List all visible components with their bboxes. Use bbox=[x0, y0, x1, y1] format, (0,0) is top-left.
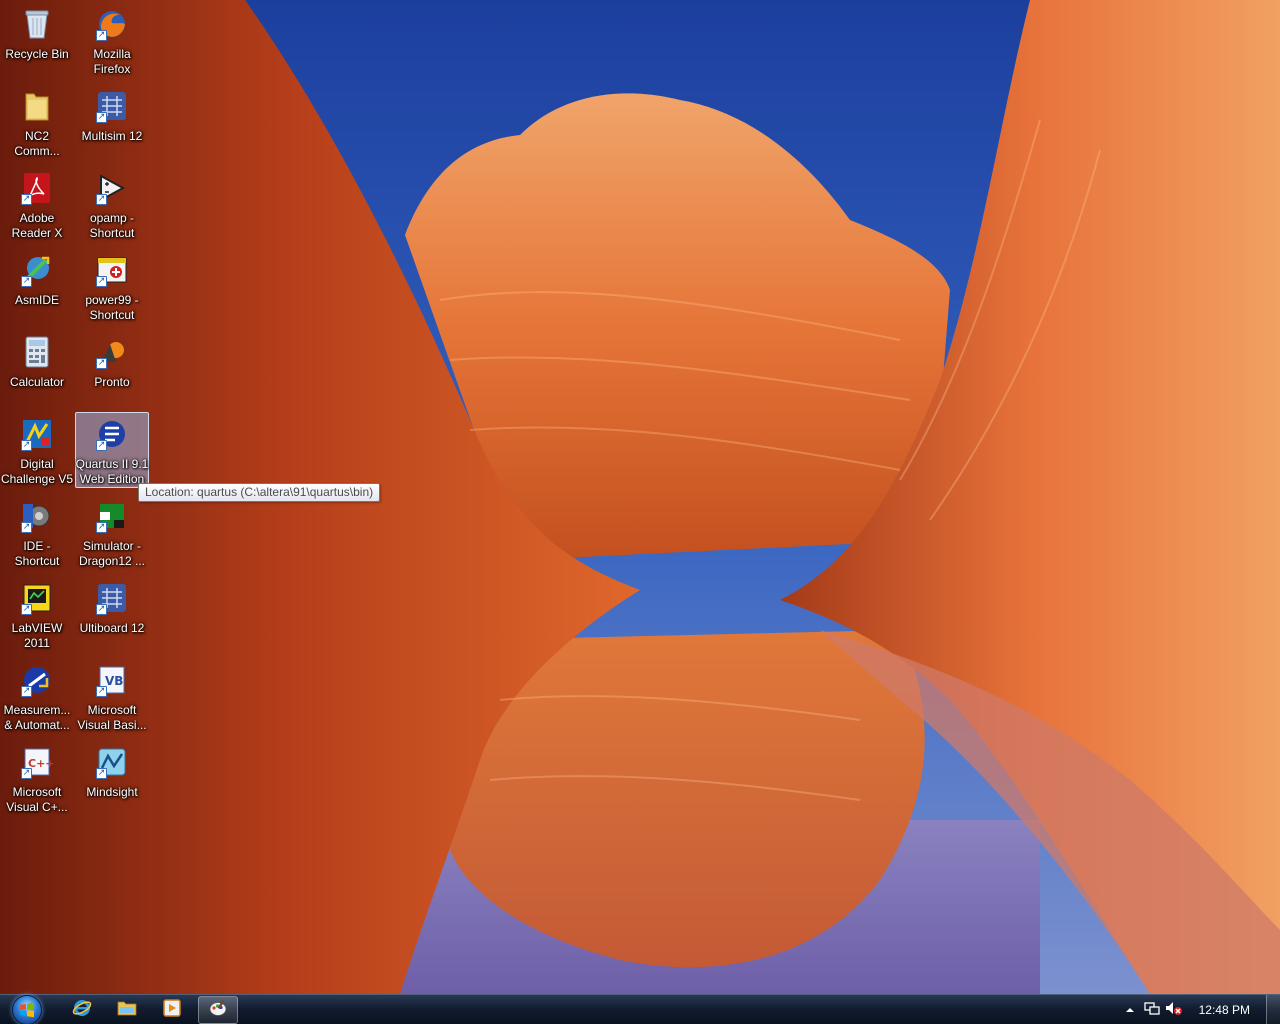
shortcut-arrow-icon: ↗ bbox=[21, 440, 32, 451]
desktop-icon-ide[interactable]: ↗ IDE - Shortcut bbox=[0, 494, 74, 570]
desktop-icon-visual-cpp[interactable]: C++ ↗ Microsoft Visual C+... bbox=[0, 740, 74, 816]
desktop-icon-label: Ultiboard 12 bbox=[79, 621, 145, 635]
desktop-icon-labview[interactable]: ↗ LabVIEW 2011 bbox=[0, 576, 74, 652]
network-icon bbox=[1143, 1000, 1160, 1021]
visual-basic-icon: VB ↗ bbox=[95, 663, 129, 697]
volume-muted-icon bbox=[1165, 1000, 1183, 1021]
desktop-icon-label: IDE - Shortcut bbox=[14, 539, 60, 568]
desktop-icon-visual-basic[interactable]: VB ↗ Microsoft Visual Basi... bbox=[75, 658, 149, 734]
shortcut-arrow-icon: ↗ bbox=[96, 276, 107, 287]
network-tray-button[interactable] bbox=[1141, 995, 1163, 1024]
desktop-icon-multisim[interactable]: ↗ Multisim 12 bbox=[75, 84, 149, 160]
desktop-icon-adobe-reader[interactable]: ↗ Adobe Reader X bbox=[0, 166, 74, 242]
desktop-icon-label: Pronto bbox=[94, 375, 130, 389]
windows-start-icon bbox=[12, 995, 42, 1024]
desktop-icon-label: Calculator bbox=[9, 375, 65, 389]
desktop-icon-digital-challenge[interactable]: ↗ Digital Challenge V5 bbox=[0, 412, 74, 488]
desktop-icon-label: Microsoft Visual C+... bbox=[6, 785, 68, 814]
desktop-icon-firefox[interactable]: ↗ Mozilla Firefox bbox=[75, 2, 149, 78]
desktop-icon-label: Microsoft Visual Basi... bbox=[77, 703, 147, 732]
desktop-icon-mindsight[interactable]: ↗ Mindsight bbox=[75, 740, 149, 816]
shortcut-arrow-icon: ↗ bbox=[21, 522, 32, 533]
desktop-icon-measurement-automation[interactable]: ↗ Measurem... & Automat... bbox=[0, 658, 74, 734]
mindsight-icon: ↗ bbox=[95, 745, 129, 779]
desktop-icon-label: Digital Challenge V5 bbox=[0, 457, 74, 486]
desktop-icon-label: Mozilla Firefox bbox=[93, 47, 131, 76]
shortcut-arrow-icon: ↗ bbox=[21, 686, 32, 697]
ide-icon: ↗ bbox=[20, 499, 54, 533]
desktop-icon-asmide[interactable]: ↗ AsmIDE bbox=[0, 248, 74, 324]
ultiboard-icon: ↗ bbox=[95, 581, 129, 615]
paint-icon bbox=[208, 998, 228, 1023]
labview-icon: ↗ bbox=[20, 581, 54, 615]
desktop-icon-label: AsmIDE bbox=[14, 293, 59, 307]
folder-icon bbox=[20, 89, 54, 123]
desktop-icon-label: Multisim 12 bbox=[81, 129, 143, 143]
shortcut-arrow-icon: ↗ bbox=[96, 686, 107, 697]
desktop-icon-label: opamp - Shortcut bbox=[89, 211, 135, 240]
taskbar-clock[interactable]: 12:48 PM bbox=[1185, 995, 1266, 1024]
desktop-icon-label: Measurem... & Automat... bbox=[3, 703, 71, 732]
desktop-icon-label: power99 - Shortcut bbox=[85, 293, 139, 322]
calculator-icon bbox=[20, 335, 54, 369]
media-player-icon bbox=[162, 998, 182, 1023]
start-button[interactable] bbox=[8, 995, 46, 1024]
firefox-icon: ↗ bbox=[95, 7, 129, 41]
desktop-icon-ultiboard[interactable]: ↗ Ultiboard 12 bbox=[75, 576, 149, 652]
quartus-icon: ↗ bbox=[95, 417, 129, 451]
shortcut-arrow-icon: ↗ bbox=[96, 440, 107, 451]
shortcut-arrow-icon: ↗ bbox=[21, 604, 32, 615]
measurement-automation-icon: ↗ bbox=[20, 663, 54, 697]
pronto-icon: ↗ bbox=[95, 335, 129, 369]
simulator-icon: ↗ bbox=[95, 499, 129, 533]
power99-icon: ↗ bbox=[95, 253, 129, 287]
desktop-icon-label: Adobe Reader X bbox=[11, 211, 63, 240]
shortcut-arrow-icon: ↗ bbox=[96, 112, 107, 123]
icon-location-tooltip: Location: quartus (C:\altera\91\quartus\… bbox=[138, 483, 381, 502]
shortcut-arrow-icon: ↗ bbox=[21, 768, 32, 779]
desktop-icon-label: Simulator - Dragon12 ... bbox=[78, 539, 146, 568]
show-hidden-icons-icon bbox=[1125, 1001, 1135, 1019]
adobe-reader-icon: ↗ bbox=[20, 171, 54, 205]
shortcut-arrow-icon: ↗ bbox=[96, 358, 107, 369]
desktop-icon-label: LabVIEW 2011 bbox=[11, 621, 63, 650]
opamp-icon: ↗ bbox=[95, 171, 129, 205]
windows-explorer-icon bbox=[117, 999, 137, 1022]
desktop-icon-folder[interactable]: NC2 Comm... bbox=[0, 84, 74, 160]
desktop-icon-power99[interactable]: ↗ power99 - Shortcut bbox=[75, 248, 149, 324]
asmide-icon: ↗ bbox=[20, 253, 54, 287]
taskbar: 12:48 PM bbox=[0, 994, 1280, 1024]
digital-challenge-icon: ↗ bbox=[20, 417, 54, 451]
shortcut-arrow-icon: ↗ bbox=[96, 522, 107, 533]
shortcut-arrow-icon: ↗ bbox=[21, 276, 32, 287]
shortcut-arrow-icon: ↗ bbox=[96, 194, 107, 205]
internet-explorer-icon bbox=[72, 998, 92, 1023]
desktop-icon-opamp[interactable]: ↗ opamp - Shortcut bbox=[75, 166, 149, 242]
taskbar-paint[interactable] bbox=[198, 996, 238, 1024]
show-hidden-icons-button[interactable] bbox=[1119, 995, 1141, 1024]
desktop-icon-label: Recycle Bin bbox=[5, 47, 69, 61]
desktop-icon-pronto[interactable]: ↗ Pronto bbox=[75, 330, 149, 406]
svg-text:VB: VB bbox=[105, 674, 123, 688]
desktop-icon-label: NC2 Comm... bbox=[14, 129, 60, 158]
recycle-bin-icon bbox=[20, 7, 54, 41]
volume-tray-button[interactable] bbox=[1163, 995, 1185, 1024]
shortcut-arrow-icon: ↗ bbox=[96, 768, 107, 779]
desktop-icon-calculator[interactable]: Calculator bbox=[0, 330, 74, 406]
taskbar-media-player[interactable] bbox=[152, 996, 192, 1024]
shortcut-arrow-icon: ↗ bbox=[21, 194, 32, 205]
taskbar-windows-explorer[interactable] bbox=[107, 996, 147, 1024]
multisim-icon: ↗ bbox=[95, 89, 129, 123]
desktop-icon-label: Mindsight bbox=[86, 785, 138, 799]
system-tray: 12:48 PM bbox=[1119, 995, 1280, 1024]
desktop-icon-simulator[interactable]: ↗ Simulator - Dragon12 ... bbox=[75, 494, 149, 570]
taskbar-internet-explorer[interactable] bbox=[62, 996, 102, 1024]
desktop-icon-quartus[interactable]: ↗ Quartus II 9.1 Web Edition bbox=[75, 412, 149, 488]
visual-cpp-icon: C++ ↗ bbox=[20, 745, 54, 779]
shortcut-arrow-icon: ↗ bbox=[96, 30, 107, 41]
shortcut-arrow-icon: ↗ bbox=[96, 604, 107, 615]
show-desktop-button[interactable] bbox=[1266, 995, 1280, 1024]
desktop-icon-recycle-bin[interactable]: Recycle Bin bbox=[0, 2, 74, 78]
